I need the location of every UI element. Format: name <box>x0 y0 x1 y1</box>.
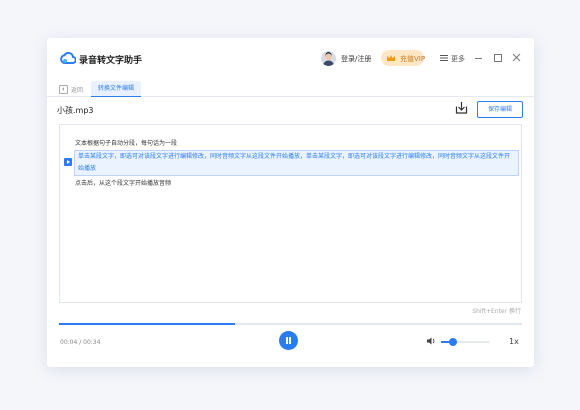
app-window: 录音转文字助手 登录/注册 充值VIP 更多 返回 转换文件编辑 小孩.mp3 … <box>47 38 534 367</box>
download-icon[interactable] <box>455 101 468 114</box>
volume-slider[interactable] <box>441 338 489 346</box>
total-time: 00:34 <box>83 339 101 346</box>
back-label: 返回 <box>71 86 84 94</box>
tab-bar: 返回 转换文件编辑 <box>47 81 534 97</box>
vip-recharge-button[interactable]: 充值VIP <box>381 50 426 66</box>
close-icon[interactable] <box>512 53 521 62</box>
transcript-editor[interactable]: 文本根据句子自动分段，每句话为一段 单击某段文字，即选可对该段文字进行编辑修改，… <box>59 124 522 303</box>
paragraph-playback-hint[interactable]: 点击后，从这个段文字开始播放音频 <box>75 178 171 187</box>
avatar[interactable] <box>321 51 336 66</box>
back-button[interactable]: 返回 <box>59 84 83 94</box>
tab-convert-file-edit[interactable]: 转换文件编辑 <box>91 81 141 97</box>
playback-progress-bar[interactable] <box>59 323 522 325</box>
playback-speed[interactable]: 1x <box>509 337 519 346</box>
vip-label: 充值VIP <box>400 55 426 63</box>
maximize-icon[interactable] <box>494 54 502 62</box>
save-edit-button[interactable]: 保存编辑 <box>477 101 523 118</box>
user-avatar-icon <box>323 52 334 66</box>
time-display: 00:04 / 00:34 <box>60 339 100 346</box>
more-menu[interactable]: 更多 <box>451 54 465 64</box>
current-time: 00:04 <box>60 339 78 346</box>
app-title: 录音转文字助手 <box>79 56 143 66</box>
play-icon[interactable] <box>64 158 72 166</box>
playback-progress-fill <box>59 323 235 325</box>
minimize-icon[interactable] <box>475 58 482 59</box>
crown-icon <box>387 55 395 61</box>
volume-knob[interactable] <box>449 338 457 346</box>
cloud-logo-icon <box>60 51 76 64</box>
file-name: 小孩.mp3 <box>57 106 94 115</box>
menu-icon[interactable] <box>440 54 448 62</box>
volume-icon[interactable] <box>427 337 436 345</box>
shortcut-hint: Shift+Enter 换行 <box>472 308 521 315</box>
back-icon <box>59 84 68 94</box>
paragraph-active[interactable]: 单击某段文字，即选可对该段文字进行编辑修改，同时音频文字从这段文件开始播放，单击… <box>74 150 519 176</box>
paragraph-hint[interactable]: 文本根据句子自动分段，每句话为一段 <box>75 138 177 147</box>
login-register-link[interactable]: 登录/注册 <box>341 54 371 64</box>
pause-button[interactable] <box>279 331 298 350</box>
title-bar: 录音转文字助手 登录/注册 充值VIP 更多 <box>47 38 534 81</box>
